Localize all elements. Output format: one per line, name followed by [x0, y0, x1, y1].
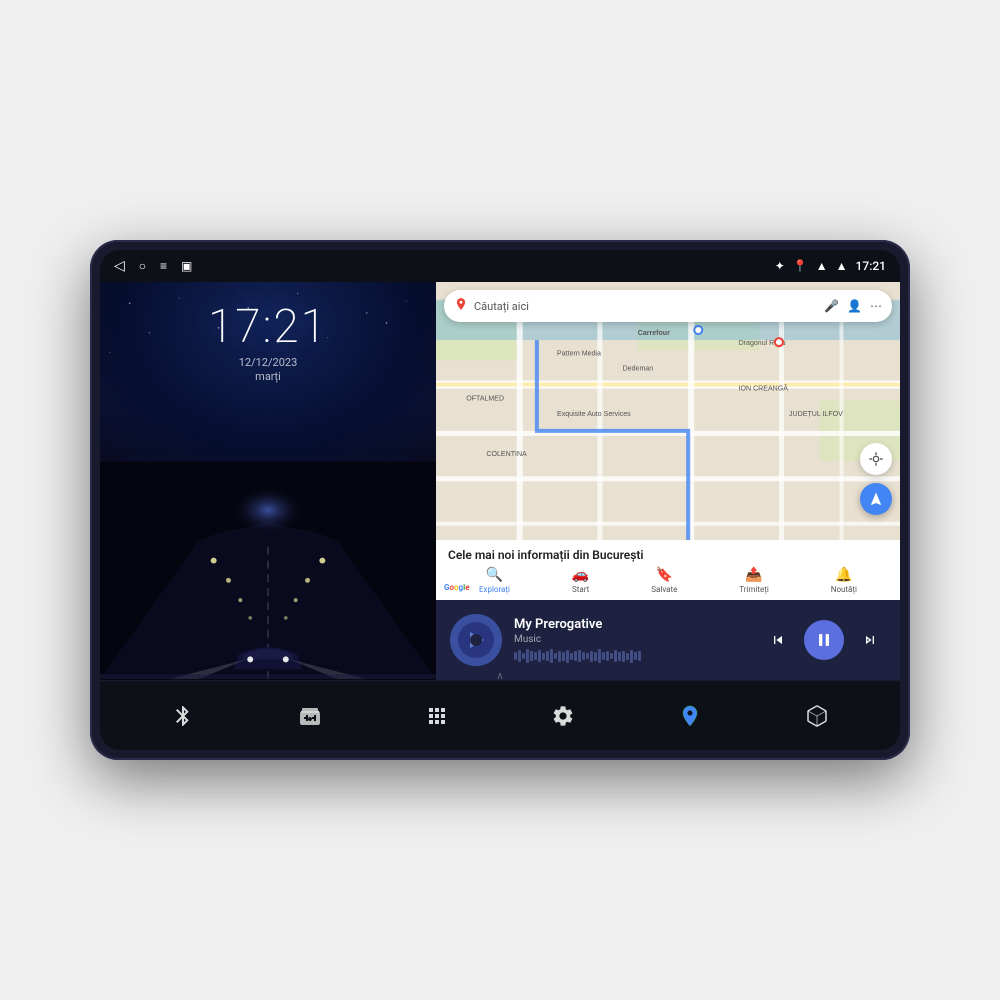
map-tab-share[interactable]: 📤 Trimiteți — [739, 567, 769, 594]
recent-icon[interactable]: ▣ — [181, 259, 192, 273]
google-maps-icon — [454, 297, 468, 315]
map-area[interactable]: Pattern Media Carrefour Dragonul Roșu De… — [436, 282, 900, 600]
map-search-bar[interactable]: Căutați aici 🎤 👤 ⋯ — [444, 290, 892, 322]
main-area: 17:21 12/12/2023 marți — [100, 282, 900, 680]
map-tab-saved[interactable]: 🔖 Salvate — [651, 567, 677, 594]
status-time: 17:21 — [856, 259, 886, 273]
lock-time: 17:21 — [208, 300, 328, 354]
news-label: Noutăți — [831, 585, 857, 594]
device-screen: ◁ ○ ≡ ▣ ✦ 📍 ▲ ▲ 17:21 — [100, 250, 900, 750]
wifi-icon: ▲ — [816, 259, 828, 273]
share-icon: 📤 — [745, 567, 762, 583]
nav-bluetooth[interactable] — [158, 691, 208, 741]
google-logo: Google — [444, 583, 470, 592]
back-icon[interactable]: ◁ — [114, 258, 125, 274]
map-location-button[interactable] — [860, 443, 892, 475]
svg-text:ION CREANGĂ: ION CREANGĂ — [739, 384, 789, 393]
svg-text:Pattern Media: Pattern Media — [557, 350, 601, 357]
music-info: My Prerogative Music — [514, 617, 750, 663]
music-waveform — [514, 649, 750, 663]
mic-icon[interactable]: 🎤 — [824, 299, 839, 313]
next-button[interactable] — [854, 624, 886, 656]
svg-text:Carrefour: Carrefour — [638, 330, 670, 337]
search-right-icons: 🎤 👤 ⋯ — [824, 299, 882, 313]
signal-icon: ▲ — [836, 259, 848, 273]
svg-text:Dedeman: Dedeman — [623, 365, 654, 372]
bottom-nav — [100, 680, 900, 750]
music-title: My Prerogative — [514, 617, 750, 632]
music-subtitle: Music — [514, 634, 750, 645]
album-art — [450, 614, 502, 666]
device: ◁ ○ ≡ ▣ ✦ 📍 ▲ ▲ 17:21 — [90, 240, 910, 760]
status-bar-right: ✦ 📍 ▲ ▲ 17:21 — [775, 259, 886, 273]
svg-text:OFTALMED: OFTALMED — [466, 396, 504, 403]
play-pause-button[interactable] — [804, 620, 844, 660]
map-info-panel: Cele mai noi informații din București 🔍 … — [436, 540, 900, 600]
map-tab-news[interactable]: 🔔 Noutăți — [831, 567, 857, 594]
nav-cube[interactable] — [792, 691, 842, 741]
location-icon: 📍 — [793, 259, 808, 273]
explore-icon: 🔍 — [486, 567, 503, 583]
lock-day: marți — [255, 370, 281, 383]
saved-icon: 🔖 — [656, 567, 673, 583]
map-nav-tabs: 🔍 Explorați 🚗 Start 🔖 Salvate — [448, 567, 888, 594]
saved-label: Salvate — [651, 585, 677, 594]
svg-text:JUDEȚUL ILFOV: JUDEȚUL ILFOV — [789, 411, 843, 418]
svg-text:Exquisite Auto Services: Exquisite Auto Services — [557, 411, 631, 418]
tunnel-image — [100, 461, 436, 680]
nav-apps[interactable] — [412, 691, 462, 741]
status-bar-left: ◁ ○ ≡ ▣ — [114, 258, 192, 274]
map-tab-start[interactable]: 🚗 Start — [572, 567, 589, 594]
prev-button[interactable] — [762, 624, 794, 656]
start-label: Start — [572, 585, 589, 594]
share-label: Trimiteți — [739, 585, 769, 594]
start-icon: 🚗 — [572, 567, 589, 583]
search-text: Căutați aici — [474, 300, 818, 313]
map-info-title: Cele mai noi informații din București — [448, 548, 888, 562]
account-icon[interactable]: 👤 — [847, 299, 862, 313]
map-navigate-button[interactable] — [860, 483, 892, 515]
menu-icon[interactable]: ≡ — [160, 259, 167, 273]
music-controls — [762, 620, 886, 660]
home-icon[interactable]: ○ — [139, 259, 146, 273]
more-icon[interactable]: ⋯ — [870, 299, 882, 313]
nav-settings[interactable] — [538, 691, 588, 741]
status-bar: ◁ ○ ≡ ▣ ✦ 📍 ▲ ▲ 17:21 — [100, 250, 900, 282]
news-icon: 🔔 — [835, 567, 852, 583]
lock-date: 12/12/2023 — [239, 356, 298, 369]
music-player: My Prerogative Music — [436, 600, 900, 680]
nav-maps[interactable] — [665, 691, 715, 741]
map-tab-explore[interactable]: 🔍 Explorați — [479, 567, 510, 594]
svg-text:COLENTINA: COLENTINA — [486, 451, 527, 458]
nav-radio[interactable] — [285, 691, 335, 741]
swipe-indicator: ∧ — [496, 671, 503, 682]
bluetooth-icon: ✦ — [775, 259, 785, 273]
lock-screen-panel: 17:21 12/12/2023 marți — [100, 282, 436, 680]
explore-label: Explorați — [479, 585, 510, 594]
right-panel: Pattern Media Carrefour Dragonul Roșu De… — [436, 282, 900, 680]
